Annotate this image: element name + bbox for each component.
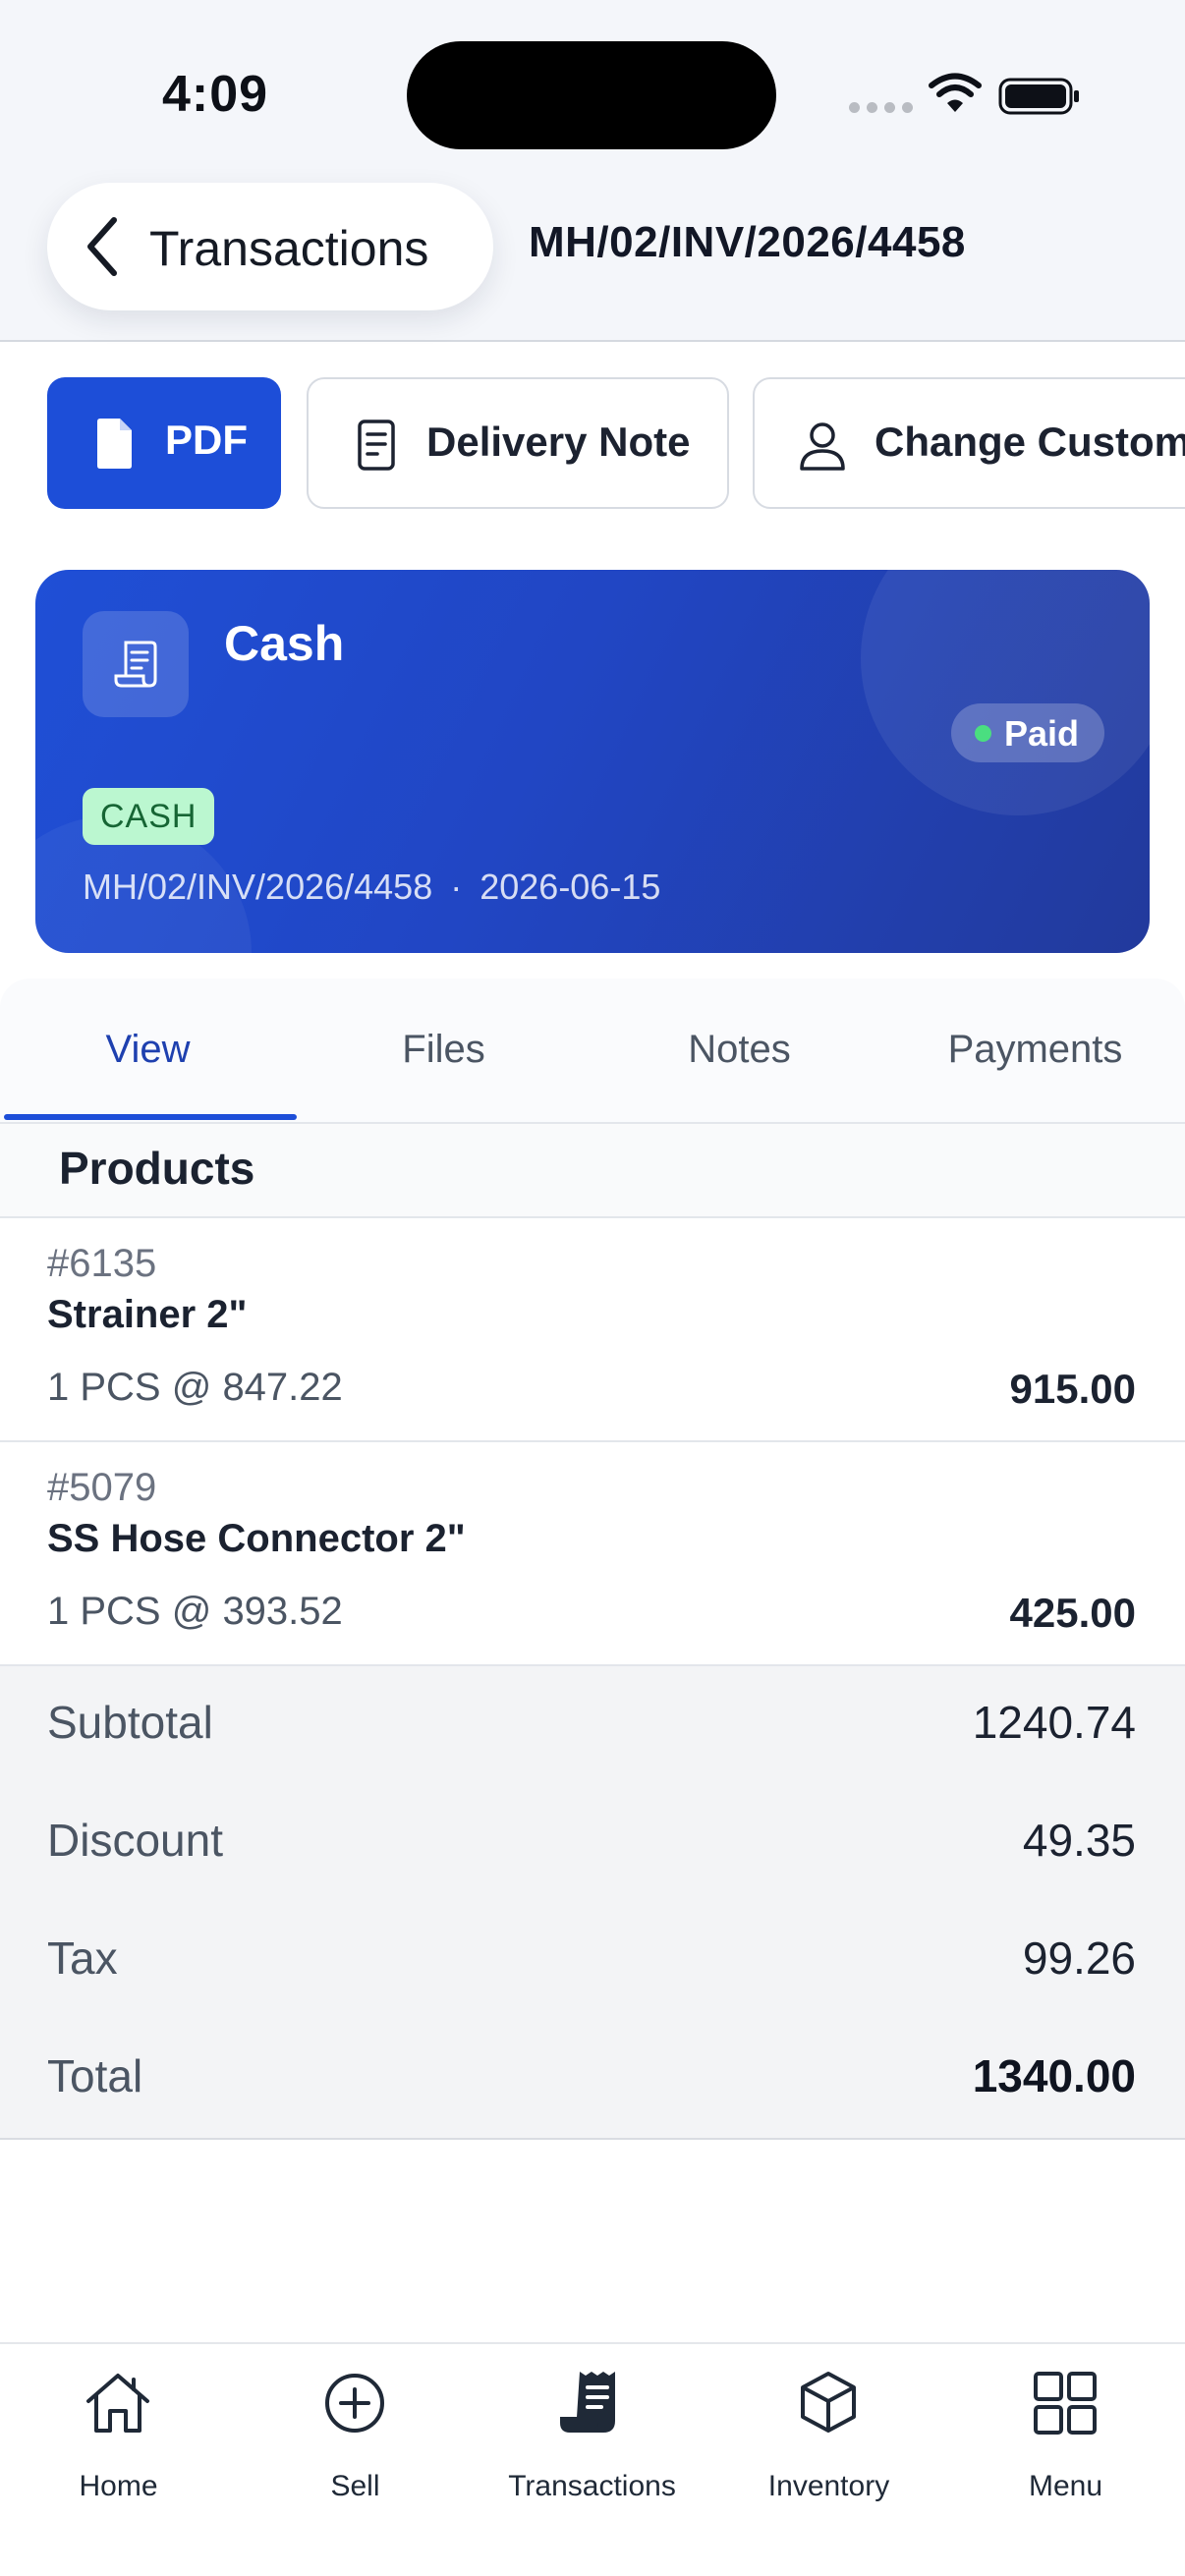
invoice-meta: MH/02/INV/2026/4458 · 2026-06-15 (83, 867, 660, 908)
invoice-reference: MH/02/INV/2026/4458 (83, 867, 433, 907)
product-code: #5079 (47, 1466, 157, 1509)
change-customer-label: Change Custom (875, 419, 1185, 465)
receipt-icon (114, 641, 157, 688)
pdf-label: PDF (165, 417, 248, 463)
payment-summary-card: Cash Paid CASH MH/02/INV/2026/4458 · 2026-… (35, 570, 1150, 953)
total-label: Total (47, 2050, 143, 2101)
pdf-button[interactable]: PDF (47, 377, 281, 509)
discount-row: Discount 49.35 (0, 1784, 1185, 1902)
home-icon (86, 2374, 149, 2433)
wifi-icon (929, 73, 982, 112)
bottom-nav: Home Sell Transactions Inventory Menu (0, 2342, 1185, 2576)
subtotal-label: Subtotal (47, 1697, 213, 1748)
tax-label: Tax (47, 1932, 118, 1984)
subtotal-row: Subtotal 1240.74 (0, 1666, 1185, 1784)
tab-files[interactable]: Files (296, 979, 592, 1122)
payment-method-title: Cash (224, 616, 345, 671)
box-icon (801, 2372, 856, 2433)
plus-circle-icon (325, 2374, 384, 2433)
change-customer-button[interactable]: Change Custom (753, 377, 1185, 509)
receipt-icon-box (83, 611, 189, 717)
status-time: 4:09 (162, 66, 269, 123)
totals-section: Subtotal 1240.74 Discount 49.35 Tax 99.2… (0, 1666, 1185, 2140)
action-bar: PDF Delivery Note Change Custom (0, 377, 1185, 511)
status-dot (975, 725, 991, 742)
product-code: #6135 (47, 1242, 157, 1285)
meta-separator: · (450, 867, 463, 907)
nav-home[interactable]: Home (0, 2344, 237, 2576)
product-line-total: 915.00 (1009, 1366, 1136, 1412)
back-label: Transactions (149, 221, 429, 276)
tab-view[interactable]: View (0, 979, 296, 1122)
payment-type-label: CASH (100, 797, 198, 835)
product-quantity: 1 PCS @ 393.52 (47, 1590, 343, 1633)
invoice-date: 2026-06-15 (480, 867, 661, 907)
total-row: Total 1340.00 (0, 2020, 1185, 2138)
user-icon (800, 422, 845, 471)
grid-icon (1034, 2372, 1097, 2435)
signal-icon (849, 102, 913, 113)
product-line-total: 425.00 (1009, 1590, 1136, 1636)
nav-inventory[interactable]: Inventory (710, 2344, 947, 2576)
status-badge: Paid (951, 703, 1104, 762)
product-row[interactable]: #6135 Strainer 2" 1 PCS @ 847.22 915.00 (0, 1218, 1185, 1442)
nav-transactions[interactable]: Transactions (474, 2344, 710, 2576)
tax-row: Tax 99.26 (0, 1902, 1185, 2020)
discount-value: 49.35 (1022, 1815, 1136, 1866)
discount-label: Discount (47, 1815, 223, 1866)
nav-menu-label: Menu (1028, 2470, 1103, 2502)
active-tab-indicator (4, 1114, 297, 1120)
dynamic-island (407, 41, 776, 149)
nav-sell[interactable]: Sell (237, 2344, 474, 2576)
product-quantity: 1 PCS @ 847.22 (47, 1366, 343, 1409)
chevron-left-icon (87, 217, 117, 276)
delivery-note-button[interactable]: Delivery Note (307, 377, 729, 509)
tab-notes[interactable]: Notes (592, 979, 887, 1122)
product-row[interactable]: #5079 SS Hose Connector 2" 1 PCS @ 393.5… (0, 1442, 1185, 1666)
products-heading: Products (59, 1143, 255, 1194)
document-icon (97, 419, 132, 469)
note-icon (358, 420, 395, 471)
nav-home-label: Home (79, 2470, 158, 2502)
top-bar: 4:09 Transactions MH/02/INV/2026/4458 (0, 0, 1185, 342)
product-name: SS Hose Connector 2" (47, 1517, 466, 1560)
back-button[interactable]: Transactions (47, 183, 493, 310)
subtotal-value: 1240.74 (972, 1697, 1136, 1748)
nav-menu[interactable]: Menu (947, 2344, 1184, 2576)
battery-icon (998, 78, 1079, 115)
page-title: MH/02/INV/2026/4458 (529, 218, 966, 266)
receipt-icon (560, 2372, 615, 2433)
delivery-note-label: Delivery Note (426, 419, 691, 465)
decorative-circle (861, 570, 1150, 815)
total-value: 1340.00 (972, 2050, 1136, 2101)
nav-inventory-label: Inventory (767, 2470, 890, 2502)
nav-sell-label: Sell (330, 2470, 380, 2502)
tab-payments[interactable]: Payments (887, 979, 1183, 1122)
tab-bar: View Files Notes Payments (0, 979, 1185, 1124)
status-text: Paid (1004, 713, 1080, 754)
payment-type-badge: CASH (83, 788, 215, 845)
app-root: 4:09 Transactions MH/02/INV/2026/4458 PD… (0, 0, 1185, 2576)
tax-value: 99.26 (1022, 1932, 1136, 1984)
product-name: Strainer 2" (47, 1293, 248, 1336)
products-section-header: Products (0, 1124, 1185, 1218)
nav-transactions-label: Transactions (508, 2470, 676, 2502)
